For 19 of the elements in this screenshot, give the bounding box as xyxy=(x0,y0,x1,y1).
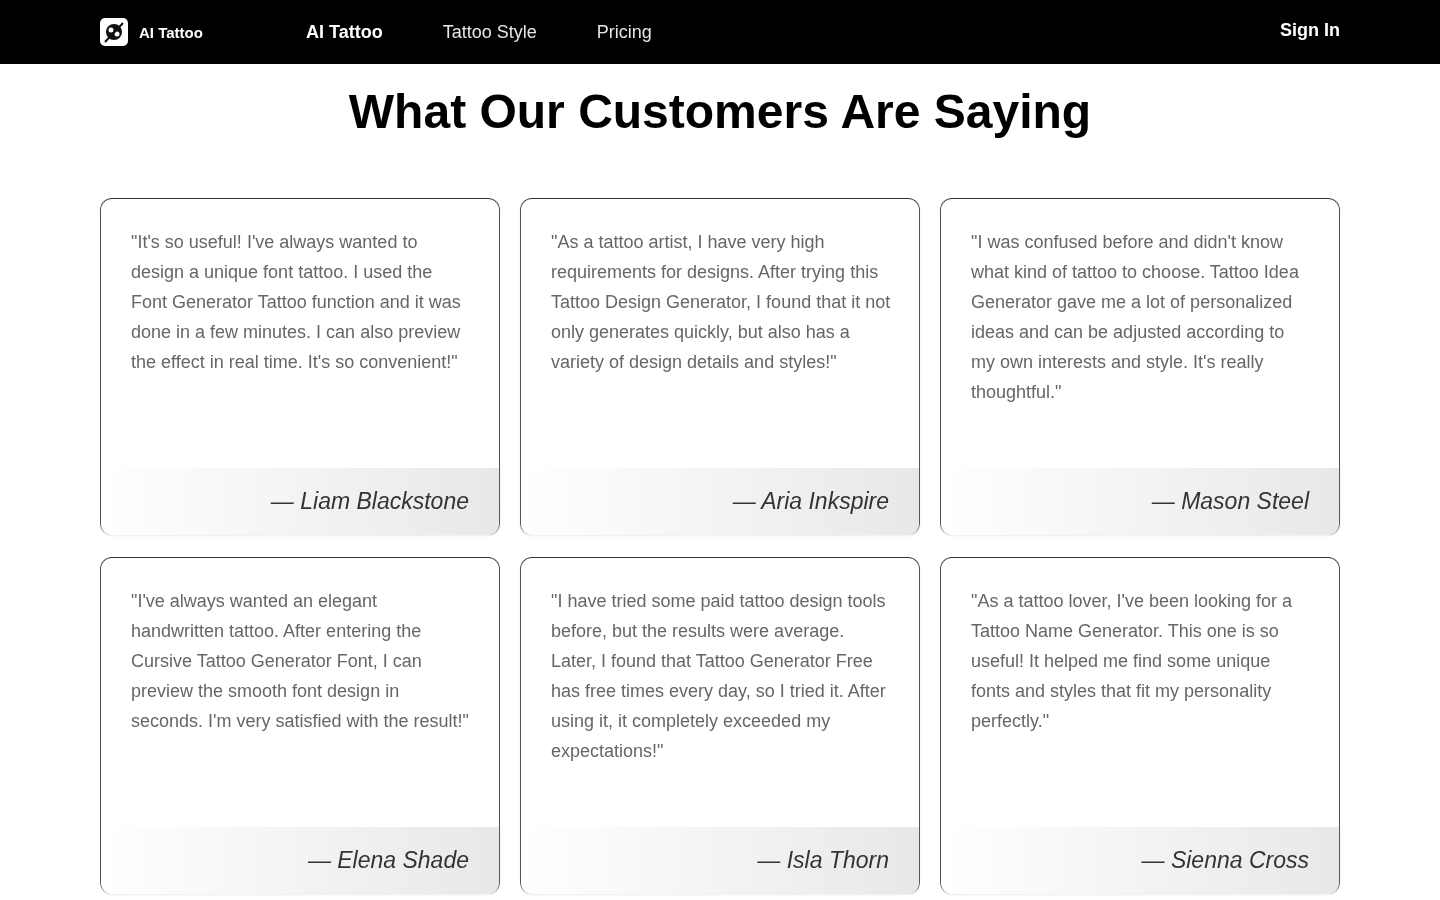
author-name: — Liam Blackstone xyxy=(270,488,469,515)
logo-icon[interactable] xyxy=(100,18,128,46)
brand-name[interactable]: AI Tattoo xyxy=(139,23,203,41)
author-name: — Sienna Cross xyxy=(1141,847,1309,874)
author-name: — Isla Thorn xyxy=(757,847,889,874)
section-title: What Our Customers Are Saying xyxy=(347,84,1093,140)
testimonial-quote: "I have tried some paid tattoo design tools before, but the results were average. Later, I found that Tattoo Generator Free has free times every day, so I tried it. After using it, it completely exceeded my expectations!" xyxy=(550,590,887,763)
testimonial-quote: "It's so useful! I've always wanted to design a unique font tattoo. I used the Font Generator Tattoo function and it was done in a few minutes. I can also preview the effect in real time. It's so convenient!" xyxy=(130,231,462,374)
testimonial-quote: "I was confused before and didn't know what kind of tattoo to choose. Tattoo Idea Generator gave me a lot of personalized ideas and can be adjusted according to my own interests and style. It's really thoughtful." xyxy=(970,231,1300,404)
author-name: — Elena Shade xyxy=(307,847,469,874)
nav-link[interactable]: Pricing xyxy=(596,21,652,43)
nav-link[interactable]: Tattoo Style xyxy=(442,21,537,43)
author-name: — Mason Steel xyxy=(1151,488,1309,515)
sign-in-link[interactable]: Sign In xyxy=(1280,19,1340,41)
testimonial-quote: "As a tattoo lover, I've been looking for a Tattoo Name Generator. This one is so useful! It helped me find some unique fonts and styles that fit my personality perfectly." xyxy=(970,590,1294,733)
nav-link[interactable]: AI Tattoo xyxy=(306,21,383,43)
testimonial-quote: "I've always wanted an elegant handwritten tattoo. After entering the Cursive Tattoo Generator Font, I can preview the smooth font design in seconds. I'm very satisfied with the result!" xyxy=(130,590,470,733)
author-name: — Aria Inkspire xyxy=(732,488,889,515)
testimonial-quote: "As a tattoo artist, I have very high requirements for designs. After trying this Tattoo Design Generator, I found that it not only generates quickly, but also has a variety of design details and styles!" xyxy=(550,231,892,374)
